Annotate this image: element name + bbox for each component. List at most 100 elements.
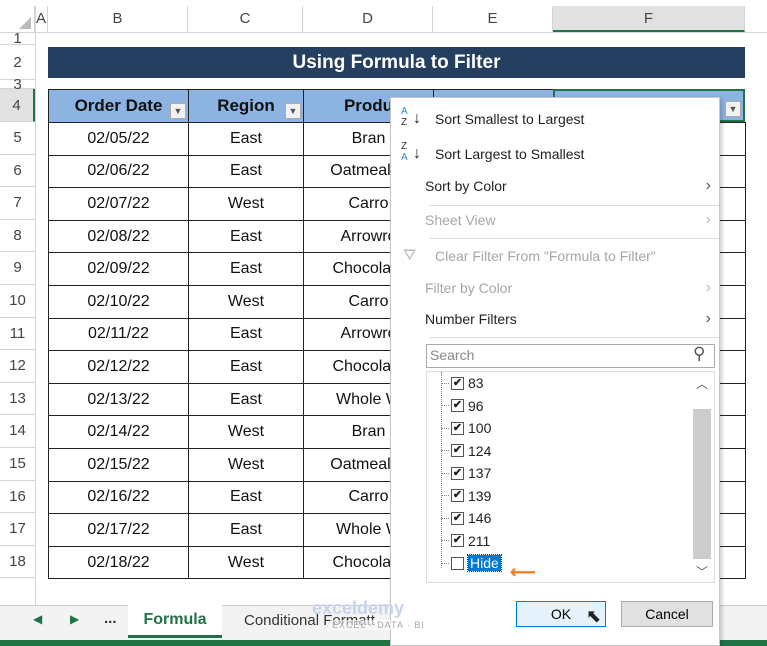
table-cell[interactable]: West — [188, 448, 304, 482]
checkbox[interactable]: ✔ — [451, 444, 464, 457]
table-cell[interactable]: East — [188, 350, 304, 384]
row-header-4[interactable]: 4 — [0, 89, 35, 122]
menu-sort-by-color[interactable]: Sort by Color › — [391, 171, 719, 201]
table-cell[interactable]: 02/06/22 — [48, 154, 189, 189]
tab-conditional-formatting[interactable]: Conditional Formatt — [244, 612, 375, 629]
table-cell[interactable]: East — [188, 252, 304, 286]
chevron-right-icon: › — [705, 211, 711, 228]
filter-list-item[interactable]: ✔ 96 — [441, 395, 484, 417]
row-header-18[interactable]: 18 — [0, 545, 35, 579]
table-cell[interactable]: East — [188, 154, 304, 189]
row-header-12[interactable]: 12 — [0, 350, 35, 383]
sort-za-icon: ZA — [401, 141, 408, 163]
column-header-a[interactable]: A — [35, 6, 48, 32]
item-label: 124 — [468, 442, 492, 459]
table-cell[interactable]: East — [188, 219, 304, 254]
checkbox[interactable]: ✔ — [451, 534, 464, 547]
table-cell[interactable]: East — [188, 122, 304, 156]
table-header[interactable]: Order Date ▼ — [48, 89, 189, 123]
filter-list-item[interactable]: ✔ 139 — [441, 485, 491, 507]
row-header-14[interactable]: 14 — [0, 415, 35, 448]
column-header-b[interactable]: B — [48, 6, 188, 32]
item-label: 211 — [468, 532, 491, 549]
table-cell[interactable]: 02/10/22 — [48, 285, 189, 319]
table-cell[interactable]: 02/08/22 — [48, 219, 189, 254]
row-header-2[interactable]: 2 — [0, 45, 35, 80]
row-header-10[interactable]: 10 — [0, 285, 35, 318]
table-cell[interactable]: 02/07/22 — [48, 187, 189, 221]
checkbox[interactable]: ✔ — [451, 511, 464, 525]
cell-text: East — [229, 227, 262, 245]
search-icon: ⚲ — [693, 344, 706, 363]
checkbox[interactable]: ✔ — [451, 421, 464, 435]
table-cell[interactable]: 02/15/22 — [48, 448, 189, 482]
row-header-17[interactable]: 17 — [0, 513, 35, 546]
table-header[interactable]: Region ▼ — [188, 89, 304, 123]
filter-list-item[interactable]: ✔ 124 — [441, 440, 491, 462]
cell-text: 02/17/22 — [87, 520, 150, 538]
table-cell[interactable]: 02/09/22 — [48, 252, 189, 286]
row-header-3[interactable]: 3 — [0, 77, 35, 92]
row-header-11[interactable]: 11 — [0, 317, 35, 351]
table-cell[interactable]: 02/13/22 — [48, 382, 189, 417]
clear-filter-icon: ⛛ — [403, 247, 417, 264]
table-cell[interactable]: East — [188, 382, 304, 417]
checkbox[interactable]: ✔ — [451, 399, 464, 412]
row-header-6[interactable]: 6 — [0, 154, 35, 188]
filter-list-item[interactable]: ✔ 83 — [441, 372, 484, 394]
table-cell[interactable]: East — [188, 317, 304, 352]
column-header-d[interactable]: D — [303, 6, 433, 32]
scroll-up-icon[interactable]: ︿ — [691, 375, 713, 392]
checkbox[interactable]: ✔ — [451, 489, 464, 502]
tab-more[interactable]: ... — [104, 610, 117, 627]
filter-dropdown-button[interactable]: ▼ — [725, 101, 741, 117]
checkbox[interactable]: ✔ — [451, 376, 464, 390]
filter-list-item[interactable]: ✔ 100 — [441, 417, 491, 439]
table-cell[interactable]: East — [188, 513, 304, 547]
table-cell[interactable]: 02/05/22 — [48, 122, 189, 156]
filter-list-item[interactable]: ✔ 146 — [441, 507, 491, 529]
cancel-button[interactable]: Cancel — [621, 601, 713, 627]
filter-dropdown-button[interactable]: ▼ — [285, 103, 301, 119]
row-header-5[interactable]: 5 — [0, 122, 35, 155]
scroll-thumb[interactable] — [693, 409, 711, 559]
table-cell[interactable]: 02/11/22 — [48, 317, 189, 352]
table-cell[interactable]: 02/17/22 — [48, 513, 189, 547]
table-cell[interactable]: West — [188, 415, 304, 449]
checkbox[interactable]: ✔ — [451, 466, 464, 480]
tab-formula[interactable]: Formula — [128, 605, 222, 638]
filter-list-item[interactable]: ✔ 137 — [441, 462, 491, 484]
row-header-16[interactable]: 16 — [0, 480, 35, 514]
row-header-9[interactable]: 9 — [0, 252, 35, 285]
table-cell[interactable]: 02/12/22 — [48, 350, 189, 384]
table-cell[interactable]: West — [188, 187, 304, 221]
column-header-f[interactable]: F — [553, 6, 745, 32]
menu-sort-ascending[interactable]: A Z ↓ Sort Smallest to Largest — [391, 104, 719, 134]
row-header-8[interactable]: 8 — [0, 219, 35, 253]
row-header-1[interactable]: 1 — [0, 31, 35, 46]
column-header-c[interactable]: C — [188, 6, 303, 32]
table-cell[interactable]: 02/14/22 — [48, 415, 189, 449]
select-all-corner[interactable] — [0, 6, 35, 32]
filter-dropdown-button[interactable]: ▼ — [170, 103, 186, 119]
search-input[interactable]: Search — [426, 344, 715, 368]
row-header-7[interactable]: 7 — [0, 187, 35, 220]
tab-scroll-left[interactable]: ◀ — [33, 612, 42, 626]
row-header-15[interactable]: 15 — [0, 448, 35, 481]
table-cell[interactable]: West — [188, 285, 304, 319]
menu-number-filters[interactable]: Number Filters › — [391, 304, 719, 334]
filter-list-item[interactable]: Hide — [441, 552, 502, 574]
chevron-right-icon: › — [705, 310, 711, 327]
list-scrollbar[interactable]: ︿ ﹀ — [691, 372, 713, 582]
table-cell[interactable]: East — [188, 480, 304, 515]
column-header-e[interactable]: E — [433, 6, 553, 32]
table-cell[interactable]: 02/18/22 — [48, 545, 189, 580]
filter-list-item[interactable]: ✔ 211 — [441, 530, 490, 552]
table-cell[interactable]: 02/16/22 — [48, 480, 189, 515]
checkbox[interactable] — [451, 556, 464, 570]
table-cell[interactable]: West — [188, 545, 304, 580]
row-header-13[interactable]: 13 — [0, 382, 35, 416]
menu-sort-descending[interactable]: Z A ↓ Sort Largest to Smallest — [391, 139, 719, 169]
tab-scroll-right[interactable]: ▶ — [70, 612, 79, 626]
scroll-down-icon[interactable]: ﹀ — [691, 563, 713, 580]
